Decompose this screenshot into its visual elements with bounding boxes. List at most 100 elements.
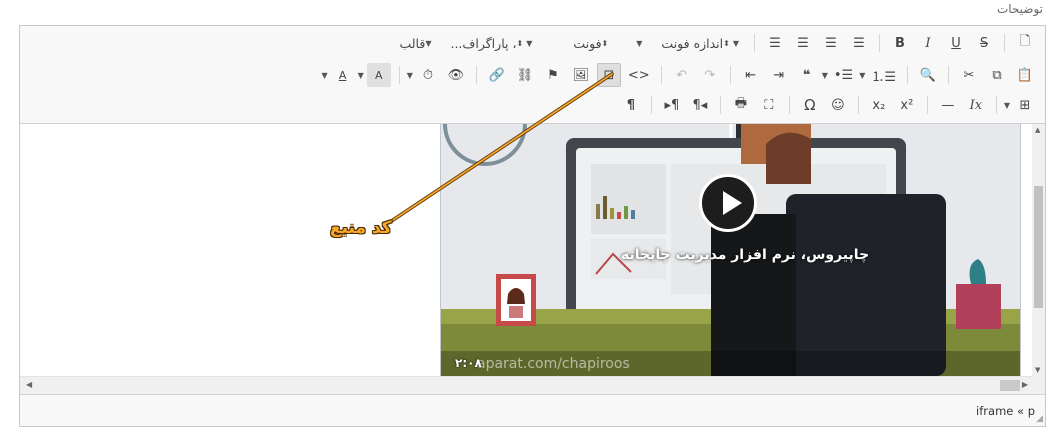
link-button[interactable]: 🔗 [485,63,509,87]
video-duration: ۲:۰۸ [455,356,482,370]
chevron-down-icon: ▼ [636,38,643,48]
copy-button[interactable]: ⧉ [985,63,1009,87]
chevron-down-icon[interactable]: ▼ [859,71,865,80]
chevron-down-icon[interactable]: ▼ [1004,101,1010,110]
editor-status-bar: iframe « p ◢ [20,394,1045,426]
toolbar-separator [729,66,731,84]
chevron-down-icon[interactable]: ▼ [321,71,327,80]
editor-toolbar: 🗋 S U I B ☰ ☰ ☰ ☰ اندازه فونت ⬍ ▼ فونت ⬍… [20,26,1045,124]
redo-button[interactable]: ↷ [698,63,722,87]
text-color-button[interactable]: A [331,63,355,87]
align-left-button[interactable]: ☰ [763,31,787,55]
toolbar-row-1: 🗋 S U I B ☰ ☰ ☰ ☰ اندازه فونت ⬍ ▼ فونت ⬍… [389,30,1039,56]
horizontal-scrollbar[interactable]: ◀ ▶ [20,376,1032,394]
toolbar-separator [879,34,880,52]
editor-content-area[interactable]: چاپیروس، نرم افزار مدیریت چاپخانه aparat… [20,124,1032,376]
resize-grip-icon[interactable]: ◢ [1036,414,1043,424]
align-center-button[interactable]: ☰ [791,31,815,55]
table-button[interactable]: ⊞ [1013,93,1037,117]
chevron-down-icon: ▼ [732,38,739,48]
indent-button[interactable]: ⇥ [767,63,791,87]
annotation-label: کد منبع [330,218,392,238]
special-char-button[interactable]: Ω [798,93,822,117]
underline-button[interactable]: U [944,31,968,55]
align-right-button[interactable]: ☰ [819,31,843,55]
chevron-down-icon: ⬍ [601,38,609,48]
italic-button[interactable]: I [916,31,940,55]
text-direction-ltr-button[interactable]: ▸¶ [660,93,684,117]
preview-button[interactable]: 👁 [444,63,468,87]
scroll-right-arrow-icon[interactable]: ▶ [1022,380,1028,389]
iframe-button[interactable]: ⊡ [596,63,621,87]
justify-button[interactable]: ☰ [847,31,871,55]
chevron-down-icon[interactable]: ▼ [358,71,364,80]
horizontal-scroll-thumb[interactable] [1000,380,1020,391]
toolbar-separator [398,66,400,84]
paragraph-format-select[interactable]: ، پاراگراف... ⬍ ▼ [442,31,539,55]
new-page-button[interactable]: 🗋 [1013,31,1037,55]
play-button-icon[interactable] [699,174,757,232]
toolbar-separator [907,66,908,84]
smiley-button[interactable]: ☺ [826,93,850,117]
find-button[interactable]: 🔍 [916,63,940,87]
blockquote-button[interactable]: ❝ [795,63,819,87]
field-label: توضیحات [996,2,1043,16]
vertical-scroll-thumb[interactable] [1034,186,1043,308]
toolbar-separator [754,34,755,52]
numbered-list-button[interactable]: ⒈☰ [868,63,899,87]
toolbar-row-3: ⊞ ▼ Ix — x² x₂ ☺ Ω ⛶ 🖶 ¶◂ ▸¶ ¶ [617,92,1039,118]
chevron-down-icon: ▼ [425,38,432,48]
anchor-button[interactable]: ⚑ [541,63,565,87]
bold-button[interactable]: B [888,31,912,55]
source-code-button[interactable]: <> [625,63,653,87]
scroll-down-arrow-icon[interactable]: ▼ [1035,366,1040,374]
chevron-down-icon[interactable]: ▼ [407,71,413,80]
scroll-up-arrow-icon[interactable]: ▲ [1035,126,1040,134]
outdent-button[interactable]: ⇤ [739,63,763,87]
video-watermark: aparat.com/chapiroos [477,356,630,372]
undo-button[interactable]: ↶ [670,63,694,87]
toolbar-separator [719,96,721,114]
subscript-button[interactable]: x₂ [867,93,891,117]
chevron-down-icon: ▼ [526,38,533,48]
strikethrough-button[interactable]: S [972,31,996,55]
print-button[interactable]: 🖶 [729,93,753,117]
maximize-button[interactable]: ⛶ [757,93,781,117]
element-path[interactable]: iframe « p [976,404,1035,418]
time-button[interactable]: ⏱ [416,63,440,87]
paragraph-label: ، پاراگراف... [450,35,517,51]
font-size-select[interactable]: اندازه فونت ⬍ ▼ [653,31,746,55]
chevron-down-icon[interactable]: ▼ [822,71,828,80]
paste-button[interactable]: 📋 [1013,63,1037,87]
font-select[interactable]: فونت ⬍ ▼ [565,31,649,55]
cut-button[interactable]: ✂ [957,63,981,87]
chevron-down-icon: ⬍ [516,38,524,48]
toolbar-separator [660,66,662,84]
template-label: قالب [399,35,426,51]
font-size-label: اندازه فونت [661,35,724,51]
image-button[interactable]: 🖼 [569,63,593,87]
text-direction-rtl-button[interactable]: ¶◂ [688,93,712,117]
toolbar-separator [1004,34,1005,52]
toolbar-separator [948,66,949,84]
video-title: چاپیروس، نرم افزار مدیریت چاپخانه [621,247,870,263]
rich-text-editor: 🗋 S U I B ☰ ☰ ☰ ☰ اندازه فونت ⬍ ▼ فونت ⬍… [19,25,1046,427]
show-blocks-button[interactable]: ¶ [619,93,643,117]
bullet-list-button[interactable]: •☰ [831,63,856,87]
toolbar-separator [650,96,652,114]
superscript-button[interactable]: x² [895,93,919,117]
toolbar-separator [857,96,859,114]
vertical-scrollbar[interactable]: ▲ ▼ [1032,124,1045,376]
background-color-button[interactable]: A [366,63,391,87]
toolbar-separator [926,96,928,114]
embedded-video-iframe[interactable]: چاپیروس، نرم افزار مدیریت چاپخانه aparat… [440,124,1021,376]
remove-format-button[interactable]: Ix [964,93,988,117]
template-select[interactable]: قالب ▼ [391,31,438,55]
toolbar-separator [788,96,790,114]
font-label: فونت [573,35,602,51]
unlink-button[interactable]: ⛓ [513,63,537,87]
chevron-down-icon: ⬍ [723,38,730,48]
scroll-left-arrow-icon[interactable]: ◀ [26,380,32,389]
horizontal-line-button[interactable]: — [936,93,960,117]
toolbar-separator [995,96,997,114]
